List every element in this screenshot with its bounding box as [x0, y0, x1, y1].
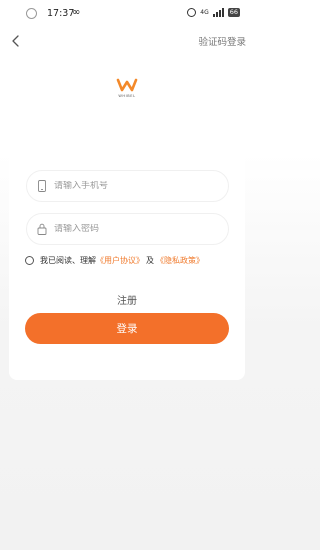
agreement-prefix: 我已阅读、理解	[40, 256, 96, 265]
login-card: 我已阅读、理解 《用户协议》 及 《隐私政策》 注册 登录	[9, 144, 245, 380]
phone-field[interactable]	[26, 170, 229, 202]
status-dot-icon	[26, 8, 37, 19]
agreement-radio[interactable]	[25, 256, 34, 265]
agreement-and: 及	[146, 256, 154, 265]
network-label: 4G	[200, 9, 209, 16]
privacy-policy-link[interactable]: 《隐私政策》	[156, 255, 204, 266]
register-link[interactable]: 注册	[9, 292, 245, 307]
status-right: 4G 66	[187, 8, 240, 17]
agreement-row: 我已阅读、理解 《用户协议》 及 《隐私政策》	[25, 255, 204, 266]
lock-icon	[37, 223, 47, 235]
password-input[interactable]	[54, 224, 204, 234]
user-agreement-link[interactable]: 《用户协议》	[96, 255, 144, 266]
status-bar: 17:37 ∞ 4G 66	[0, 0, 254, 28]
password-field[interactable]	[26, 213, 229, 245]
battery-icon: 66	[227, 8, 240, 17]
logo-text: WHIBEL	[118, 94, 136, 98]
w-logo-icon	[116, 78, 138, 92]
phone-input[interactable]	[54, 181, 204, 191]
status-indicator: ∞	[72, 7, 80, 18]
verify-code-login-link[interactable]: 验证码登录	[198, 34, 246, 48]
login-button[interactable]: 登录	[25, 313, 229, 344]
alarm-icon	[187, 8, 197, 17]
signal-icon	[212, 8, 224, 17]
back-button[interactable]	[9, 33, 23, 47]
phone-icon	[38, 180, 46, 192]
status-time: 17:37	[47, 8, 75, 19]
chevron-left-icon	[12, 35, 19, 47]
app-logo: WHIBEL	[112, 78, 142, 100]
